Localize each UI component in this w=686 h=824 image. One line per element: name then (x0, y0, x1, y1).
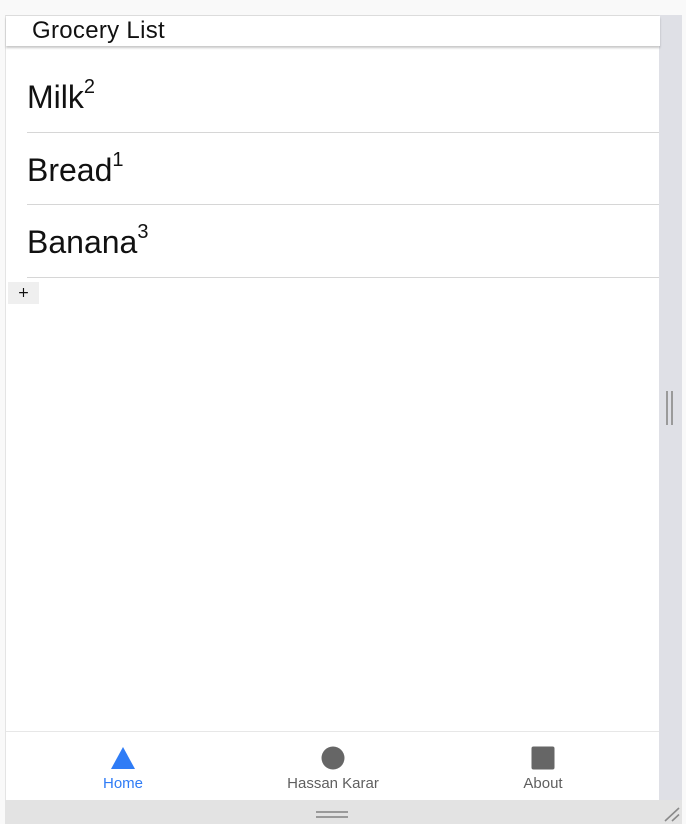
side-resize-handle[interactable] (666, 391, 674, 425)
triangle-icon (111, 747, 135, 769)
tab-label: Hassan Karar (287, 775, 379, 792)
tab-label: About (523, 775, 563, 792)
grocery-list: Milk2 Bread1 Banana3 (27, 60, 660, 278)
bottom-resize-handle[interactable] (316, 811, 348, 819)
page-title: Grocery List (32, 17, 165, 44)
tab-hassan-karar[interactable]: Hassan Karar (224, 732, 442, 802)
add-item-button[interactable]: + (8, 282, 39, 304)
list-item[interactable]: Banana3 (27, 205, 660, 278)
circle-icon (321, 746, 345, 770)
item-name: Bread (27, 151, 113, 188)
item-name: Milk (27, 79, 84, 115)
app-frame: Grocery List Milk2 Bread1 Banana3 + Home… (5, 15, 660, 801)
tab-home[interactable]: Home (14, 732, 232, 802)
item-quantity: 3 (137, 221, 149, 243)
item-quantity: 2 (83, 76, 95, 98)
bottom-tab-bar: Home Hassan Karar About (6, 731, 660, 801)
list-item[interactable]: Milk2 (27, 60, 660, 133)
square-icon (531, 746, 555, 770)
list-item[interactable]: Bread1 (27, 133, 660, 205)
tab-about[interactable]: About (434, 732, 652, 802)
item-quantity: 1 (112, 148, 124, 171)
corner-resize-icon[interactable] (662, 806, 680, 822)
app-header: Grocery List (6, 16, 660, 46)
item-name: Banana (27, 224, 138, 260)
tab-label: Home (102, 775, 143, 792)
